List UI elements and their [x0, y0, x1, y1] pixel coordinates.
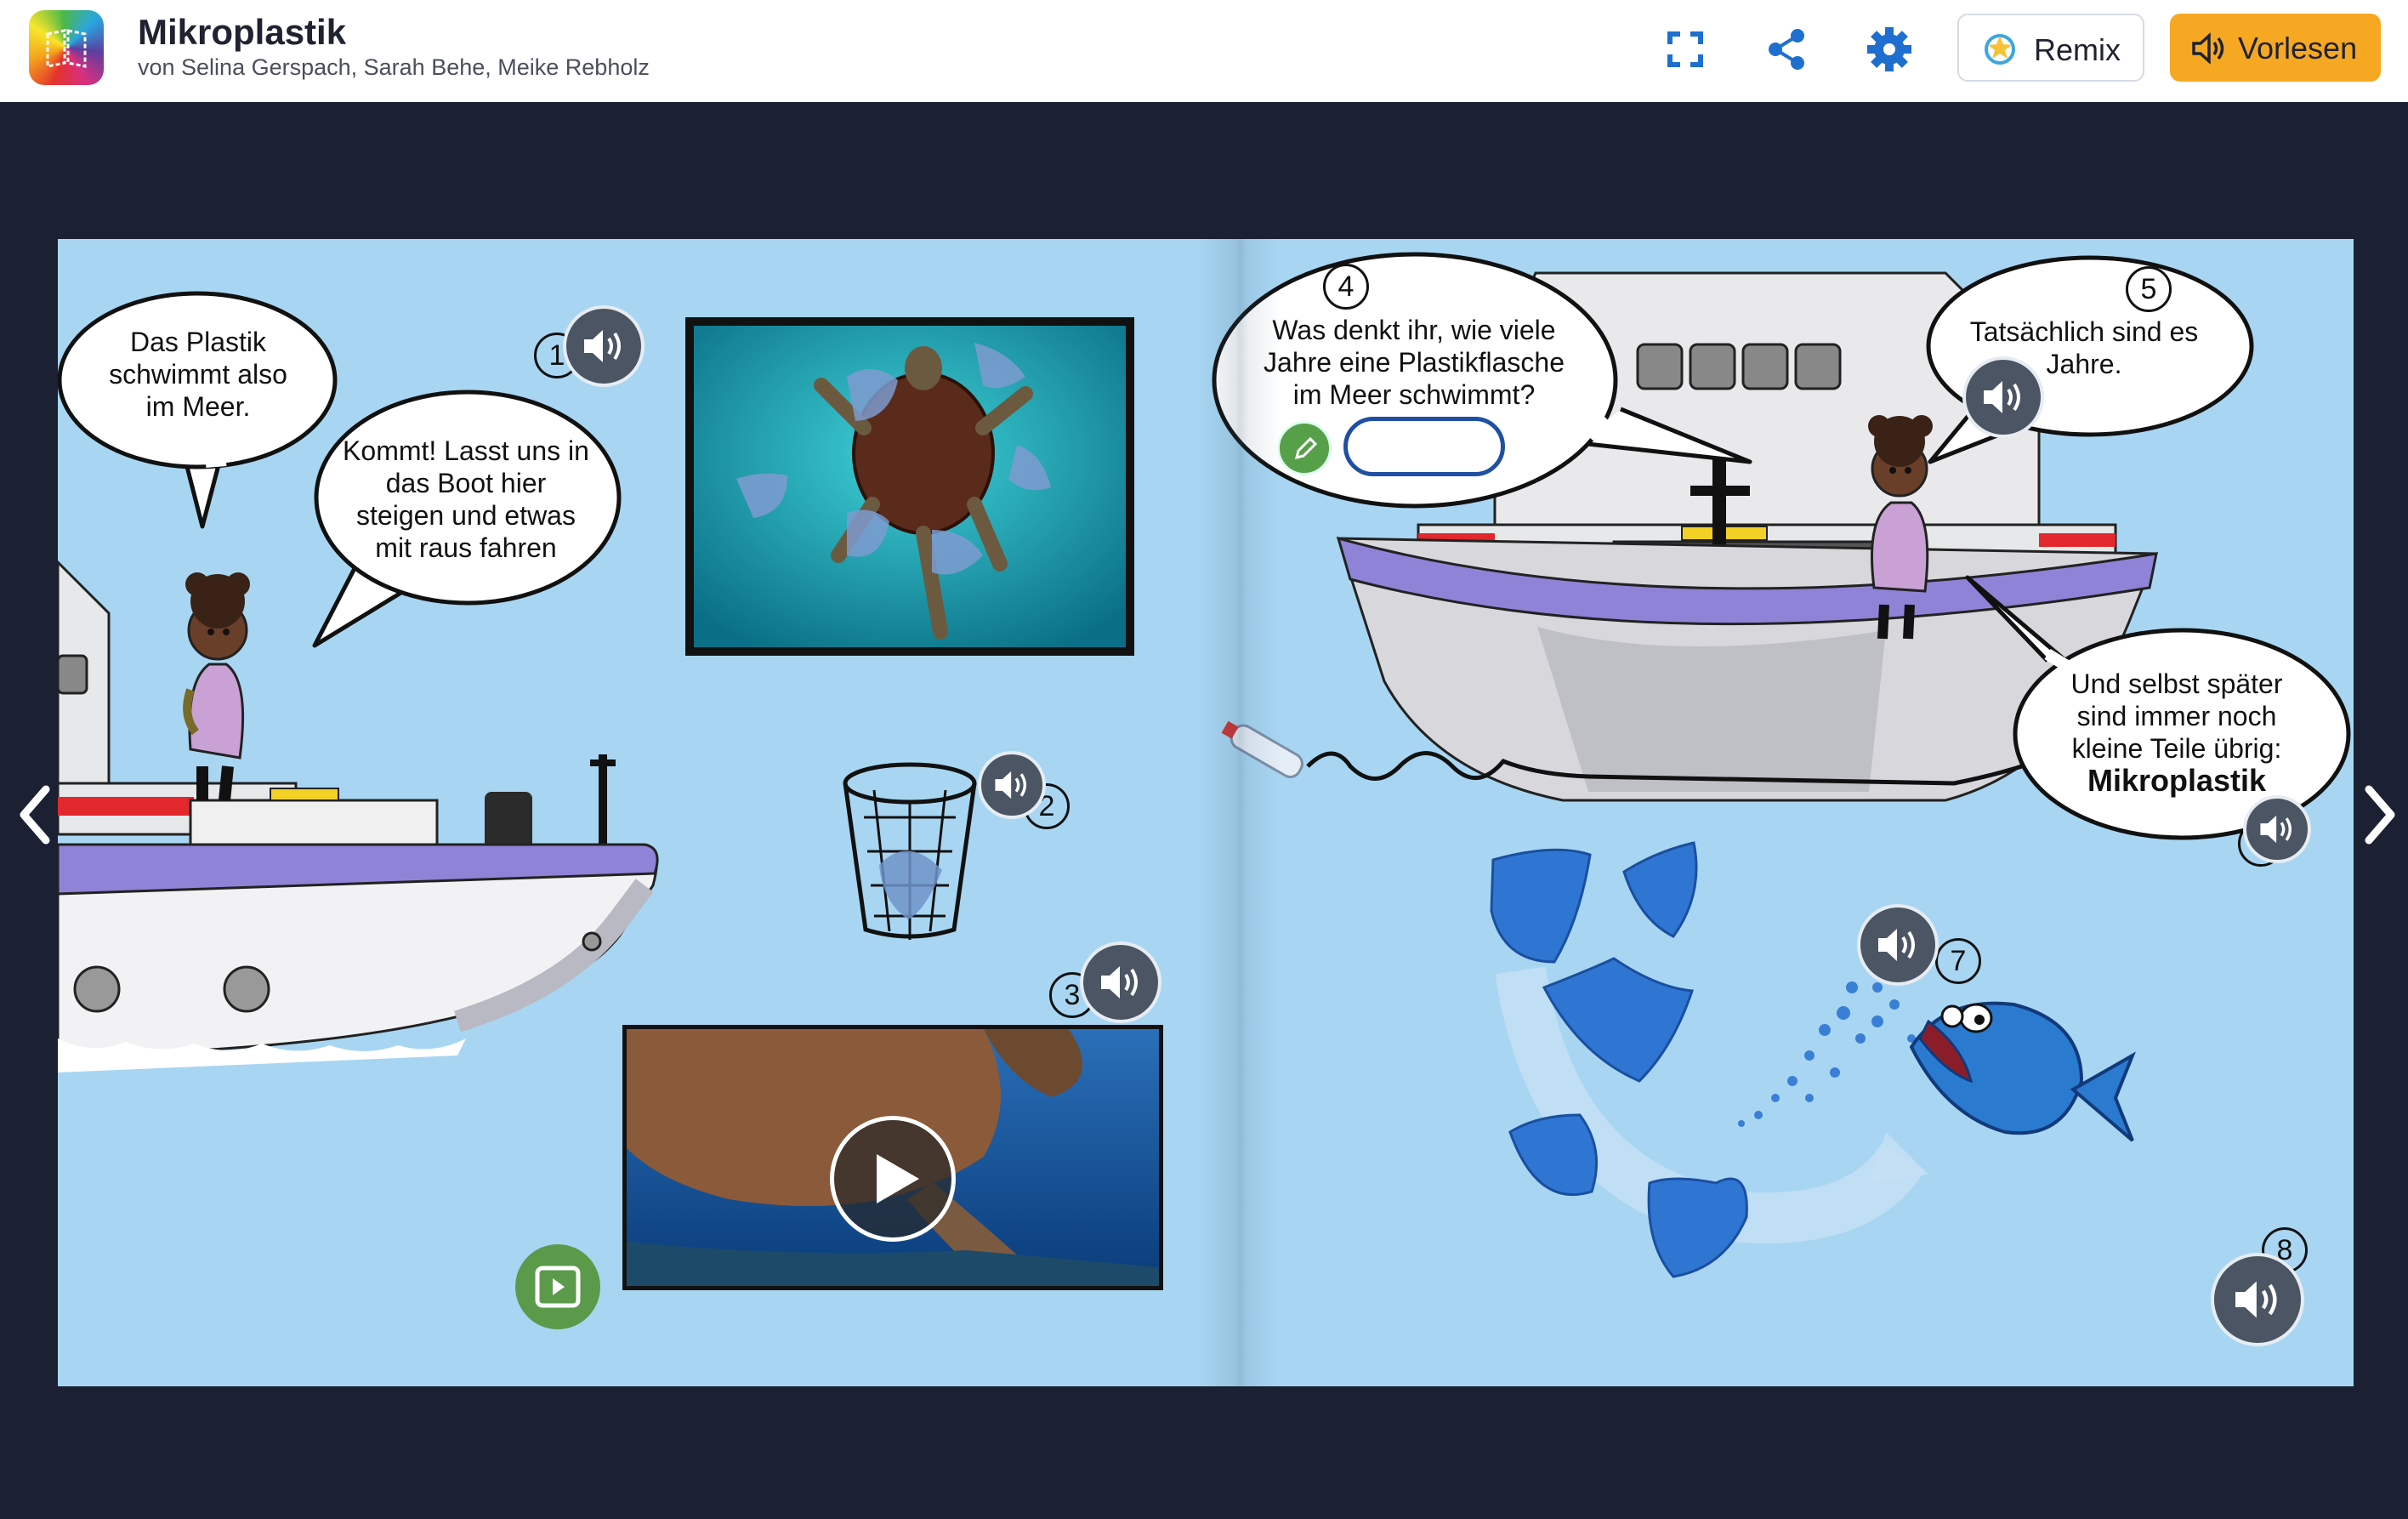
- previous-page-arrow[interactable]: [12, 781, 60, 849]
- audio-number-7: 7: [1935, 938, 1981, 984]
- read-aloud-label: Vorlesen: [2238, 31, 2358, 65]
- book-creator-logo[interactable]: [29, 10, 104, 85]
- speaker-icon: [995, 771, 1027, 799]
- audio-button-1[interactable]: [563, 305, 645, 387]
- audio-button-6[interactable]: [2243, 795, 2311, 863]
- turtle-plastic-image[interactable]: [685, 317, 1134, 656]
- book-authors: von Selina Gerspach, Sarah Behe, Meike R…: [138, 54, 650, 80]
- audio-button-2[interactable]: [978, 751, 1046, 819]
- bubble-text-1: Das Plastik schwimmt also im Meer.: [109, 327, 287, 422]
- remix-icon: [1985, 34, 2015, 65]
- next-page-arrow[interactable]: [2355, 781, 2403, 849]
- speaker-icon: [1101, 966, 1138, 998]
- answer-input[interactable]: [1343, 417, 1505, 476]
- bubble-text-6-line: Und selbst später sind immer noch kleine…: [2070, 668, 2283, 764]
- gear-icon[interactable]: [1862, 22, 1917, 77]
- speaker-icon: [2260, 815, 2292, 844]
- speaker-icon: [1878, 929, 1915, 961]
- play-icon: [877, 1154, 919, 1203]
- book-title: Mikroplastik: [138, 12, 347, 52]
- bubble-text-6: Und selbst später sind immer noch kleine…: [2049, 668, 2304, 798]
- audio-number-4: 4: [1323, 264, 1369, 310]
- audio-button-5[interactable]: [1962, 356, 2044, 438]
- remix-button[interactable]: Remix: [1957, 14, 2144, 82]
- speaker-icon: [2192, 32, 2224, 65]
- chevron-left-icon: [20, 785, 50, 845]
- speaker-icon: [584, 330, 621, 362]
- bubble-text-2: Kommt! Lasst uns in das Boot hier steige…: [343, 435, 589, 563]
- audio-button-3[interactable]: [1080, 942, 1161, 1023]
- trash-basket-illustration: [843, 762, 977, 940]
- audio-number-5: 5: [2126, 266, 2172, 312]
- bubble-text-4: Was denkt ihr, wie viele Jahre eine Plas…: [1264, 315, 1565, 410]
- speaker-icon: [2235, 1281, 2277, 1318]
- audio-button-7[interactable]: [1857, 904, 1939, 986]
- audio-button-8[interactable]: [2211, 1253, 2304, 1346]
- book-spine: [1197, 239, 1282, 1386]
- share-icon[interactable]: [1760, 22, 1815, 77]
- fullscreen-icon[interactable]: [1658, 22, 1712, 77]
- remix-label: Remix: [2034, 32, 2121, 67]
- edit-pencil-icon[interactable]: [1277, 421, 1332, 475]
- speaker-icon: [1984, 381, 2020, 413]
- left-boat-illustration: [58, 560, 659, 1072]
- fish-illustration: [1909, 1001, 2136, 1142]
- bubble-text-6-bold: Mikroplastik: [2087, 763, 2267, 798]
- book-spread: Das Plastik schwimmt also im Meer. Kommt…: [58, 239, 2354, 1386]
- chevron-right-icon: [2365, 785, 2395, 845]
- girl-character-left: [183, 572, 250, 801]
- microplastic-cycle-illustration: [1490, 841, 1928, 1278]
- turtle-photo: [694, 326, 1126, 647]
- read-aloud-button[interactable]: Vorlesen: [2170, 14, 2381, 82]
- video-badge-icon: [515, 1244, 600, 1329]
- video-play-button[interactable]: [830, 1116, 956, 1242]
- app-header: Mikroplastik von Selina Gerspach, Sarah …: [0, 0, 2408, 102]
